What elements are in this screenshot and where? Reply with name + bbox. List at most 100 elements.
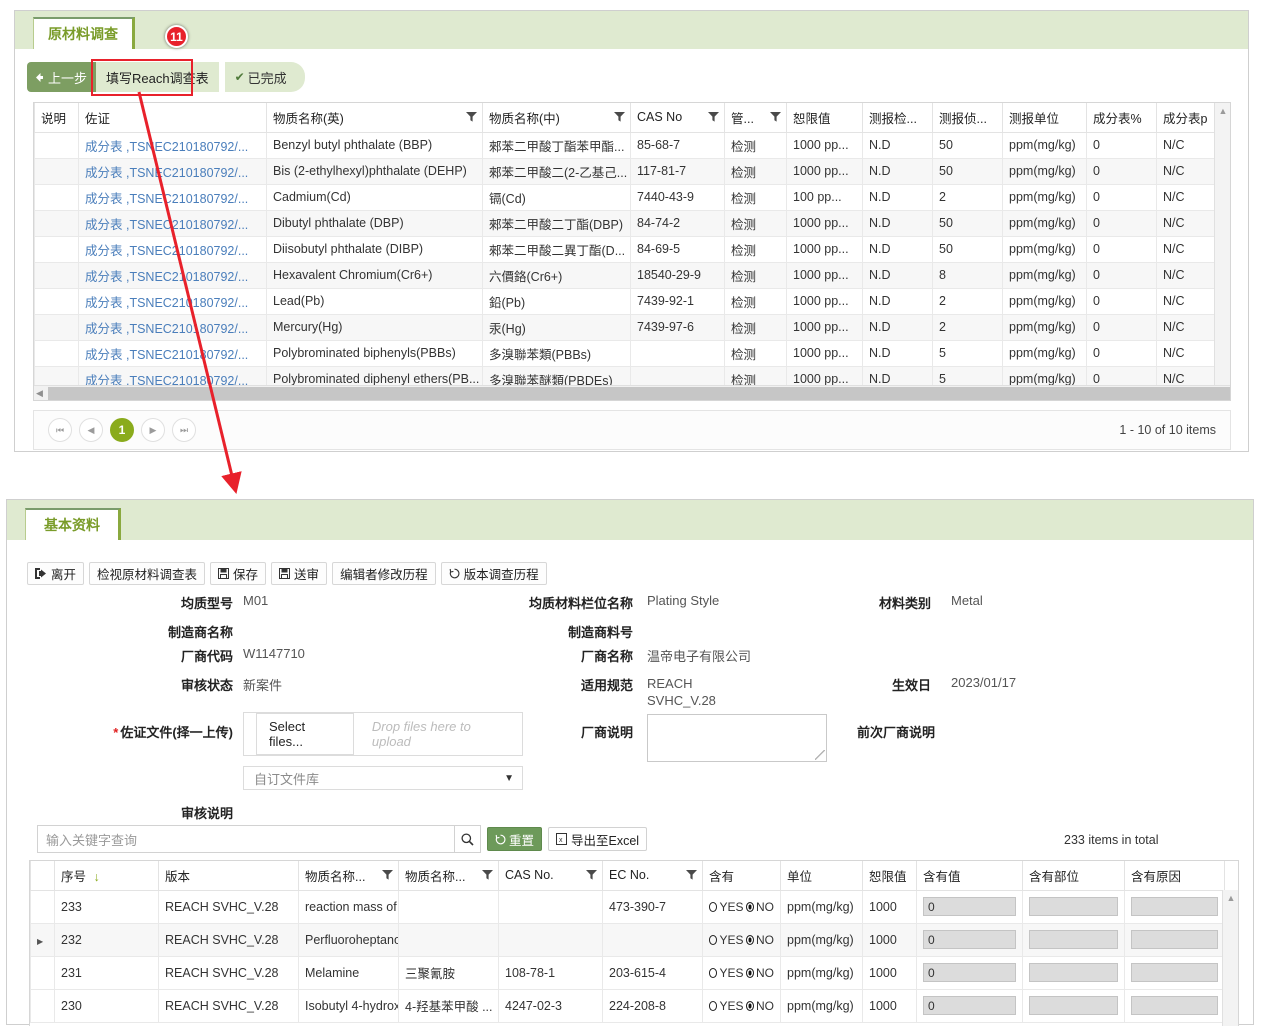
- scroll-up-icon[interactable]: ▲: [1223, 890, 1238, 906]
- radio-yes[interactable]: [709, 901, 718, 912]
- th-test-unit[interactable]: 测报单位: [1002, 103, 1087, 133]
- content-reason-input[interactable]: [1131, 930, 1218, 949]
- table-row[interactable]: 成分表 ,TSNEC210180792/... Bis (2-ethylhexyl…: [34, 158, 1217, 185]
- top-grid-horizontal-scrollbar[interactable]: ◀: [34, 385, 1230, 400]
- content-value-input[interactable]: 0: [923, 897, 1016, 916]
- select-files-button[interactable]: Select files...: [256, 713, 354, 755]
- th-name-cn[interactable]: 物质名称...: [398, 861, 499, 891]
- expand-row-icon[interactable]: ▶: [37, 937, 43, 946]
- cell-contains[interactable]: YES NO: [702, 956, 781, 990]
- previous-step-button[interactable]: 上一步: [27, 62, 97, 92]
- file-library-dropdown[interactable]: 自订文件库 ▼: [243, 766, 523, 790]
- table-row[interactable]: 231 REACH SVHC_V.28 Melamine 三聚氰胺 108-78…: [30, 956, 1225, 990]
- th-limit[interactable]: 恕限值: [786, 103, 863, 133]
- cell-expander[interactable]: [30, 956, 55, 990]
- th-composition-p[interactable]: 成分表p: [1156, 103, 1217, 133]
- scroll-left-icon[interactable]: ◀: [36, 388, 43, 399]
- filter-icon[interactable]: [382, 870, 393, 880]
- th-limit[interactable]: 恕限值: [862, 861, 917, 891]
- cell-evidence[interactable]: 成分表 ,TSNEC210180792/...: [78, 210, 267, 237]
- th-cas-no[interactable]: CAS No.: [498, 861, 603, 891]
- bottom-grid-vertical-scrollbar[interactable]: ▲: [1222, 890, 1238, 1026]
- radio-no[interactable]: [745, 1000, 754, 1011]
- th-content-value[interactable]: 含有值: [916, 861, 1023, 891]
- pager-first-button[interactable]: ⏮: [48, 418, 72, 442]
- chevron-down-icon[interactable]: ▼: [504, 773, 514, 784]
- reset-button[interactable]: 重置: [487, 827, 543, 851]
- cell-content-value[interactable]: 0: [916, 989, 1023, 1023]
- cell-content-reason[interactable]: [1124, 890, 1225, 924]
- content-reason-input[interactable]: [1131, 963, 1218, 982]
- cell-evidence[interactable]: 成分表 ,TSNEC210180792/...: [78, 340, 267, 367]
- cell-evidence[interactable]: 成分表 ,TSNEC210180792/...: [78, 314, 267, 341]
- content-value-input[interactable]: 0: [923, 996, 1016, 1015]
- filter-icon[interactable]: [708, 112, 719, 122]
- radio-no[interactable]: [745, 967, 754, 978]
- hscroll-thumb[interactable]: [48, 387, 1230, 400]
- filter-icon[interactable]: [482, 870, 493, 880]
- th-evidence[interactable]: 佐证: [78, 103, 267, 133]
- radio-no[interactable]: [745, 901, 754, 912]
- content-reason-input[interactable]: [1131, 996, 1218, 1015]
- content-part-input[interactable]: [1029, 930, 1118, 949]
- cell-content-part[interactable]: [1022, 956, 1125, 990]
- th-unit[interactable]: 单位: [780, 861, 863, 891]
- table-row[interactable]: 成分表 ,TSNEC210180792/... Hexavalent Chromi…: [34, 262, 1217, 289]
- table-row[interactable]: 成分表 ,TSNEC210180792/... Mercury(Hg) 汞(Hg) 7…: [34, 314, 1217, 341]
- filter-icon[interactable]: [770, 112, 781, 122]
- search-button[interactable]: [455, 825, 481, 853]
- th-name-en[interactable]: 物质名称...: [298, 861, 399, 891]
- cell-content-part[interactable]: [1022, 923, 1125, 957]
- table-row[interactable]: 成分表 ,TSNEC210180792/... Cadmium(Cd) 镉(Cd) 7…: [34, 184, 1217, 211]
- cell-contains[interactable]: YES NO: [702, 923, 781, 957]
- cell-content-value[interactable]: 0: [916, 890, 1023, 924]
- th-content-reason[interactable]: 含有原因: [1124, 861, 1225, 891]
- th-ec-no[interactable]: EC No.: [602, 861, 703, 891]
- th-substance-cn[interactable]: 物质名称(中): [482, 103, 631, 133]
- content-part-input[interactable]: [1029, 897, 1118, 916]
- cell-content-part[interactable]: [1022, 989, 1125, 1023]
- th-contains[interactable]: 含有: [702, 861, 781, 891]
- table-row[interactable]: 成分表 ,TSNEC210180792/... Lead(Pb) 鉛(Pb) 7439…: [34, 288, 1217, 315]
- table-row[interactable]: 成分表 ,TSNEC210180792/... Benzyl butyl phth…: [34, 132, 1217, 159]
- table-row[interactable]: 233 REACH SVHC_V.28 reaction mass of 2 4…: [30, 890, 1225, 924]
- cell-contains[interactable]: YES NO: [702, 890, 781, 924]
- cell-content-value[interactable]: 0: [916, 956, 1023, 990]
- th-seq[interactable]: 序号 ↓: [54, 861, 159, 891]
- content-part-input[interactable]: [1029, 996, 1118, 1015]
- pager-next-button[interactable]: ▶: [141, 418, 165, 442]
- th-test-result[interactable]: 测报检...: [862, 103, 933, 133]
- file-upload-dropzone[interactable]: Select files... Drop files here to uploa…: [243, 712, 523, 756]
- th-version[interactable]: 版本: [158, 861, 299, 891]
- content-value-input[interactable]: 0: [923, 963, 1016, 982]
- th-composition-pct[interactable]: 成分表%: [1086, 103, 1157, 133]
- table-row[interactable]: 成分表 ,TSNEC210180792/... Polybrominated bi…: [34, 340, 1217, 367]
- cell-content-reason[interactable]: [1124, 923, 1225, 957]
- cell-evidence[interactable]: 成分表 ,TSNEC210180792/...: [78, 132, 267, 159]
- cell-content-value[interactable]: 0: [916, 923, 1023, 957]
- cell-expander[interactable]: [30, 989, 55, 1023]
- pager-page-1[interactable]: 1: [110, 418, 134, 442]
- th-test-detect[interactable]: 测报侦...: [932, 103, 1003, 133]
- cell-expander[interactable]: ▶: [30, 923, 55, 957]
- cell-content-reason[interactable]: [1124, 989, 1225, 1023]
- top-grid-vertical-scrollbar[interactable]: ▲ ▼: [1214, 103, 1230, 400]
- table-row[interactable]: 230 REACH SVHC_V.28 Isobutyl 4-hydroxy 4…: [30, 989, 1225, 1023]
- table-row[interactable]: 成分表 ,TSNEC210180792/... Diisobutyl phthal…: [34, 236, 1217, 263]
- filter-icon[interactable]: [586, 870, 597, 880]
- filter-icon[interactable]: [466, 112, 477, 122]
- sort-asc-icon[interactable]: ↓: [94, 870, 100, 884]
- cell-content-part[interactable]: [1022, 890, 1125, 924]
- th-desc[interactable]: 说明: [34, 103, 79, 133]
- radio-no[interactable]: [745, 934, 754, 945]
- scroll-up-icon[interactable]: ▲: [1215, 103, 1230, 119]
- export-to-excel-button[interactable]: x 导出至Excel: [548, 827, 648, 851]
- tab-raw-material-survey[interactable]: 原材料调查: [33, 17, 135, 49]
- th-substance-en[interactable]: 物质名称(英): [266, 103, 483, 133]
- cell-expander[interactable]: [30, 890, 55, 924]
- resize-grip[interactable]: [815, 750, 825, 760]
- cell-evidence[interactable]: 成分表 ,TSNEC210180792/...: [78, 184, 267, 211]
- th-control[interactable]: 管...: [724, 103, 787, 133]
- content-part-input[interactable]: [1029, 963, 1118, 982]
- content-reason-input[interactable]: [1131, 897, 1218, 916]
